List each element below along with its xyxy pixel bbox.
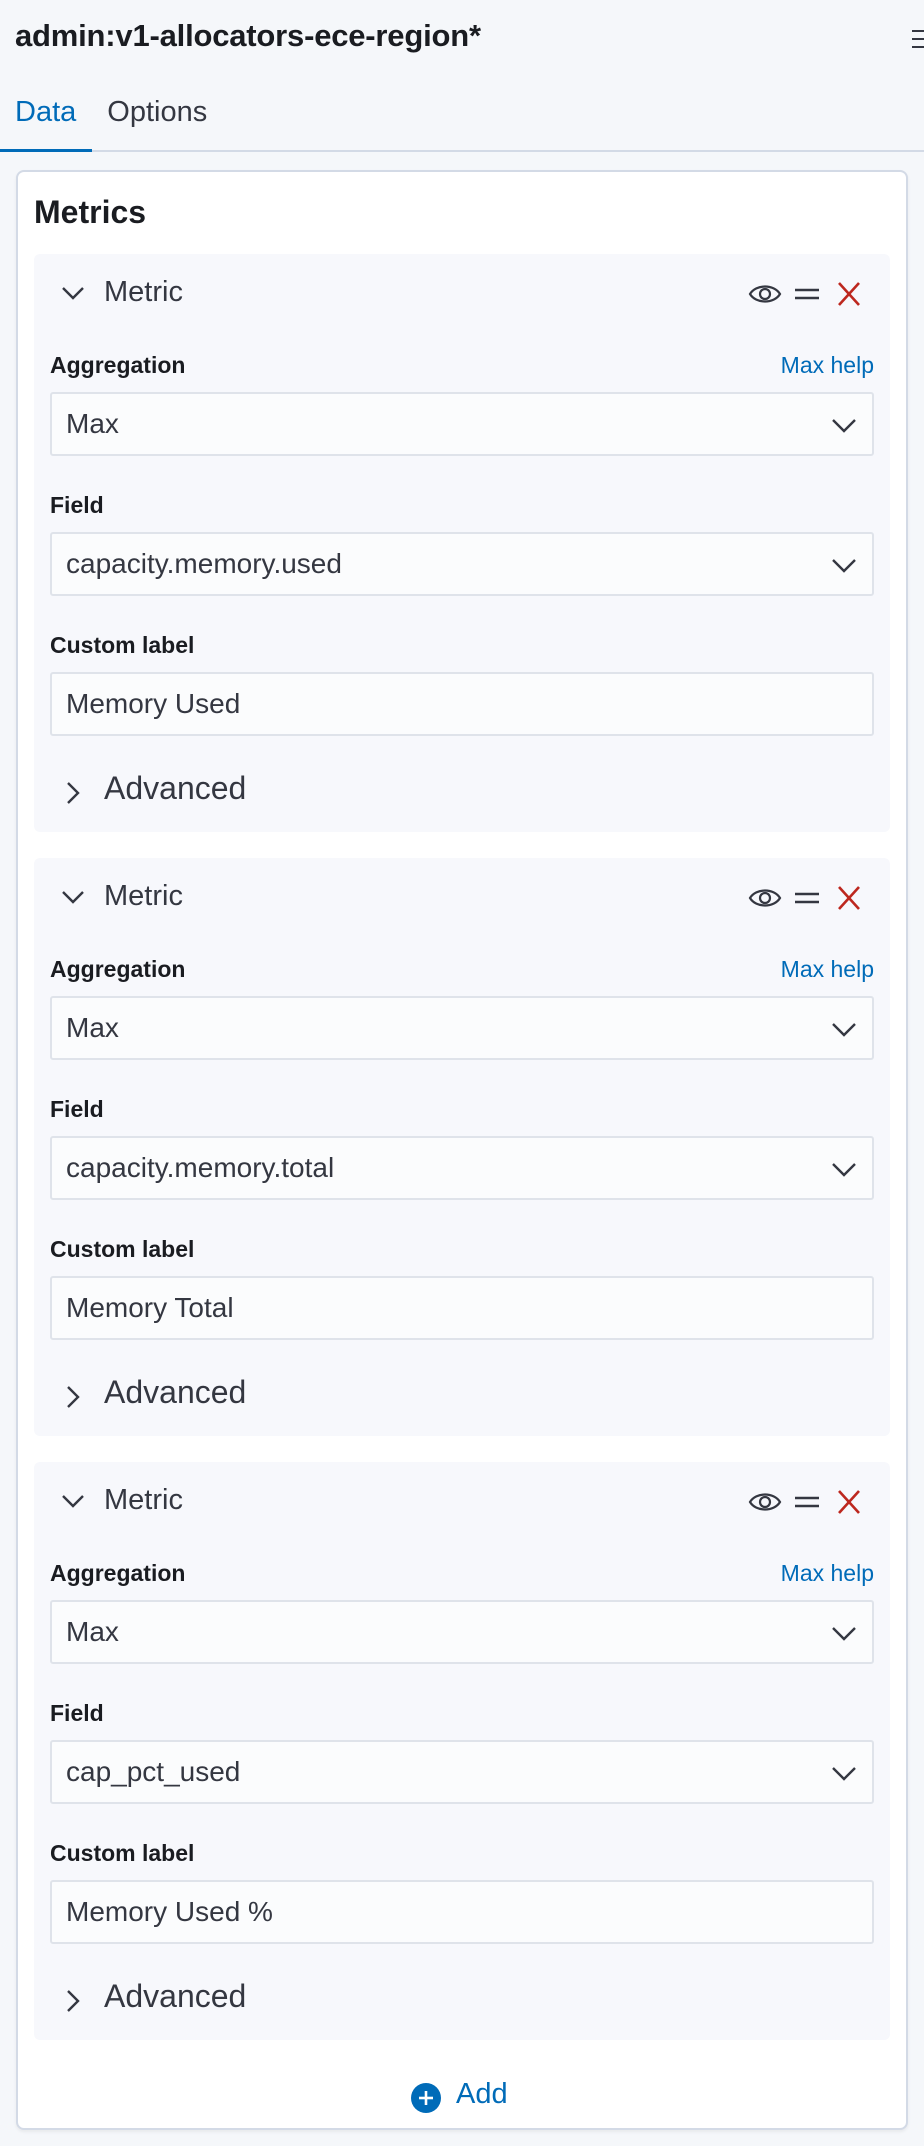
field-label: Field — [50, 492, 104, 518]
aggregation-value: Max — [66, 1012, 119, 1043]
chevron-down-icon — [830, 1759, 858, 1787]
chevron-down-icon — [830, 1015, 858, 1043]
metric-item: Metric Aggregation Max help Max Field ca… — [34, 858, 890, 1436]
aggregation-select[interactable]: Max — [50, 996, 874, 1060]
field-value: capacity.memory.total — [66, 1152, 335, 1183]
max-help-link[interactable]: Max help — [781, 352, 874, 379]
advanced-toggle[interactable]: Advanced — [34, 1978, 434, 2028]
chevron-down-icon[interactable] — [60, 1488, 86, 1514]
chevron-down-icon[interactable] — [60, 884, 86, 910]
panel-title: Metrics — [34, 194, 147, 230]
custom-label-label: Custom label — [50, 1236, 195, 1262]
advanced-label: Advanced — [104, 1374, 247, 1410]
field-select[interactable]: cap_pct_used — [50, 1740, 874, 1804]
chevron-down-icon — [830, 551, 858, 579]
chevron-right-icon — [60, 1988, 86, 2014]
aggregation-label: Aggregation — [50, 956, 186, 982]
metric-controls — [748, 1486, 866, 1518]
custom-label-input[interactable]: Memory Total — [50, 1276, 874, 1340]
metric-header: Metric — [34, 858, 890, 938]
metric-label: Metric — [104, 276, 183, 308]
tab-bar: Data Options — [0, 84, 222, 152]
eye-icon[interactable] — [748, 278, 782, 310]
metric-item: Metric Aggregation Max help Max Field ca… — [34, 1462, 890, 2040]
custom-label-input[interactable]: Memory Used % — [50, 1880, 874, 1944]
close-icon[interactable] — [832, 278, 866, 310]
field-select[interactable]: capacity.memory.total — [50, 1136, 874, 1200]
metric-controls — [748, 278, 866, 310]
page-title: admin:v1-allocators-ece-region* — [15, 18, 481, 53]
metric-header: Metric — [34, 254, 890, 334]
editor-header: admin:v1-allocators-ece-region* Data Opt… — [0, 0, 924, 152]
plus-circle-icon — [410, 2082, 442, 2114]
aggregation-value: Max — [66, 1616, 119, 1647]
tab-options[interactable]: Options — [92, 84, 222, 152]
field-label: Field — [50, 1096, 104, 1122]
drag-handle-icon[interactable] — [790, 278, 824, 310]
chevron-right-icon — [60, 1384, 86, 1410]
add-label: Add — [456, 2078, 508, 2110]
custom-label-label: Custom label — [50, 632, 195, 658]
metrics-panel: Metrics Metric Aggregation Max help Max … — [16, 170, 908, 2130]
field-value: capacity.memory.used — [66, 548, 342, 579]
advanced-toggle[interactable]: Advanced — [34, 1374, 434, 1424]
metric-item: Metric Aggregation Max help Max Field ca… — [34, 254, 890, 832]
chevron-down-icon — [830, 1619, 858, 1647]
chevron-right-icon — [60, 780, 86, 806]
custom-label-input[interactable]: Memory Used — [50, 672, 874, 736]
tab-data[interactable]: Data — [0, 84, 93, 152]
drag-handle-icon[interactable] — [790, 882, 824, 914]
metric-label: Metric — [104, 1484, 183, 1516]
metric-header: Metric — [34, 1462, 890, 1542]
chevron-down-icon — [830, 1155, 858, 1183]
aggregation-label: Aggregation — [50, 352, 186, 378]
aggregation-select[interactable]: Max — [50, 392, 874, 456]
field-select[interactable]: capacity.memory.used — [50, 532, 874, 596]
advanced-label: Advanced — [104, 1978, 247, 2014]
metric-label: Metric — [104, 880, 183, 912]
advanced-toggle[interactable]: Advanced — [34, 770, 434, 820]
advanced-label: Advanced — [104, 770, 247, 806]
max-help-link[interactable]: Max help — [781, 1560, 874, 1587]
metric-controls — [748, 882, 866, 914]
close-icon[interactable] — [832, 882, 866, 914]
chevron-down-icon — [830, 411, 858, 439]
custom-label-value: Memory Used — [66, 688, 241, 719]
eye-icon[interactable] — [748, 1486, 782, 1518]
aggregation-select[interactable]: Max — [50, 1600, 874, 1664]
close-icon[interactable] — [832, 1486, 866, 1518]
drag-handle-icon[interactable] — [790, 1486, 824, 1518]
field-label: Field — [50, 1700, 104, 1726]
field-value: cap_pct_used — [66, 1756, 241, 1787]
chevron-down-icon[interactable] — [60, 280, 86, 306]
custom-label-label: Custom label — [50, 1840, 195, 1866]
custom-label-value: Memory Used % — [66, 1896, 273, 1927]
custom-label-value: Memory Total — [66, 1292, 234, 1323]
aggregation-label: Aggregation — [50, 1560, 186, 1586]
max-help-link[interactable]: Max help — [781, 956, 874, 983]
eye-icon[interactable] — [748, 882, 782, 914]
menu-icon[interactable] — [910, 28, 924, 50]
aggregation-value: Max — [66, 408, 119, 439]
